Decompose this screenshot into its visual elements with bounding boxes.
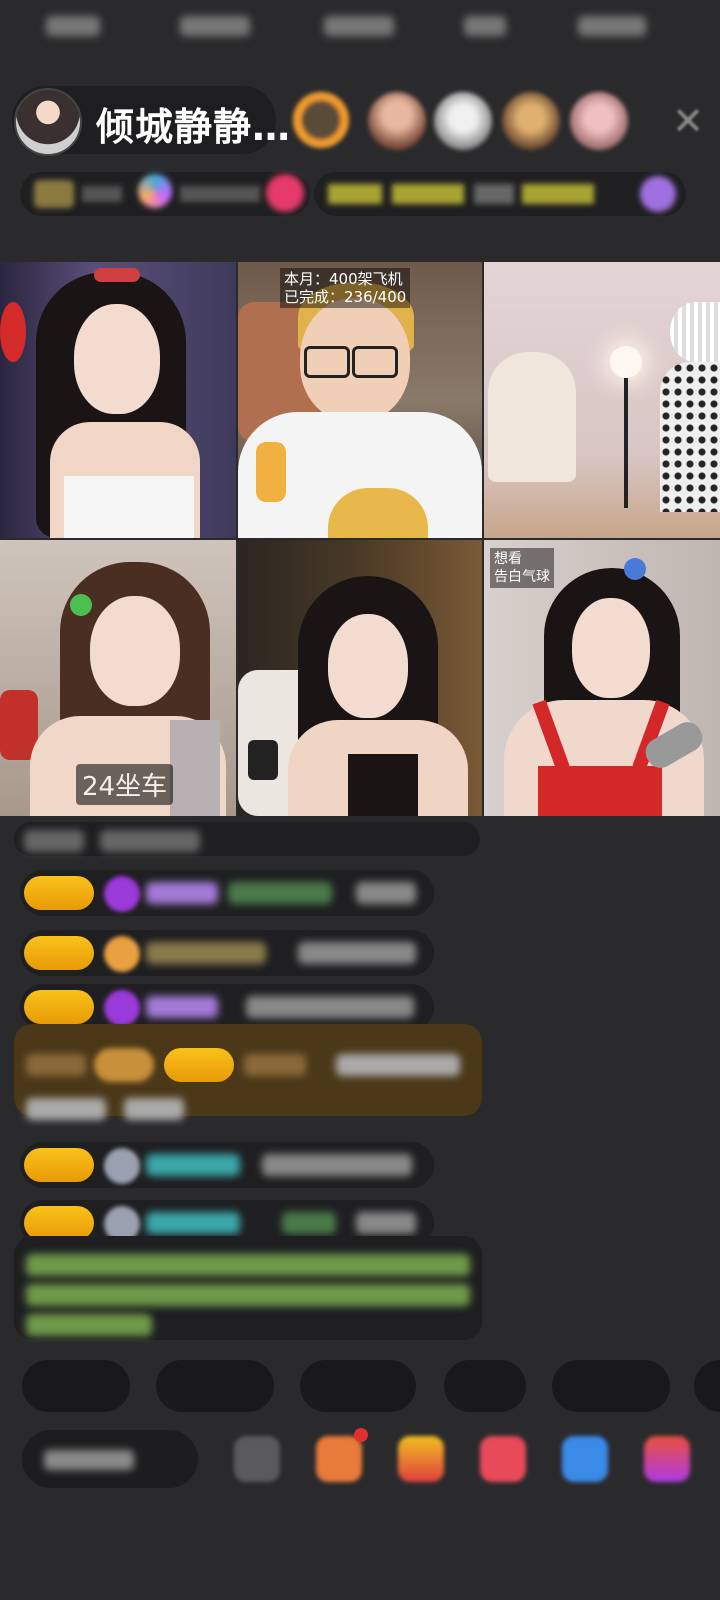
rank-icon [34, 180, 74, 208]
chat-input-placeholder [44, 1450, 134, 1470]
chat-username[interactable] [146, 996, 218, 1018]
chip-label [180, 16, 250, 36]
viewer-avatar[interactable] [570, 92, 628, 150]
planet-icon [138, 174, 172, 208]
notification-dot [354, 1428, 368, 1442]
chat-text [298, 942, 416, 964]
level-badge [24, 876, 94, 910]
close-icon[interactable]: ✕ [668, 98, 708, 144]
gift-tag [94, 1048, 154, 1082]
quick-chip[interactable] [300, 1360, 416, 1412]
chip-label [324, 16, 394, 36]
chat-text [124, 1098, 184, 1120]
notice-text [26, 1284, 470, 1306]
host-avatar[interactable] [14, 88, 82, 156]
video-tile-6[interactable]: 想看 告白气球 [484, 540, 720, 816]
chip-label [578, 16, 646, 36]
chat-text [26, 1098, 106, 1120]
diamond-icon [104, 876, 140, 912]
host-name[interactable]: 倾城静静… [96, 96, 291, 151]
chat-username[interactable] [146, 942, 266, 964]
viewer-avatar[interactable] [290, 86, 352, 154]
chat-text [26, 1054, 86, 1076]
chat-username[interactable] [146, 882, 218, 904]
level-badge [24, 990, 94, 1024]
hot-icon[interactable] [266, 174, 304, 212]
game-icon[interactable] [644, 1436, 690, 1482]
video-tile-4[interactable]: 24坐车 [0, 540, 236, 816]
viewer-avatar[interactable] [502, 92, 560, 150]
heart-icon[interactable] [480, 1436, 526, 1482]
gift-icon[interactable] [640, 176, 676, 212]
activity-text [328, 184, 382, 204]
chat-text [356, 1212, 416, 1234]
chat-text [246, 996, 414, 1018]
emoji-icon[interactable] [234, 1436, 280, 1482]
info-text [82, 186, 122, 202]
song-request-text: 想看 告白气球 [490, 548, 554, 588]
video-tile-3[interactable] [484, 262, 720, 538]
quick-chip[interactable] [552, 1360, 670, 1412]
chip-label [464, 16, 506, 36]
level-badge [24, 936, 94, 970]
seat-label: 24坐车 [76, 764, 174, 805]
info-text [180, 186, 260, 202]
notice-text [26, 1254, 470, 1276]
video-tile-5[interactable] [238, 540, 482, 816]
activity-text [392, 184, 464, 204]
chat-text [24, 830, 84, 852]
activity-text [522, 184, 594, 204]
treasure-icon[interactable] [398, 1436, 444, 1482]
chat-username[interactable] [146, 1154, 240, 1176]
chat-text [336, 1054, 460, 1076]
level-badge [24, 1206, 94, 1240]
chat-text [228, 882, 332, 904]
chat-text [282, 1212, 336, 1234]
level-badge [24, 1148, 94, 1182]
chat-text [100, 830, 200, 852]
quick-chip[interactable] [156, 1360, 274, 1412]
goal-overlay-text: 本月：400架飞机 已完成：236/400 [280, 268, 411, 308]
chip-label [46, 16, 100, 36]
notice-text [26, 1314, 152, 1336]
quick-chip[interactable] [444, 1360, 526, 1412]
chat-text [244, 1054, 306, 1076]
diamond-icon [104, 990, 140, 1026]
user-avatar [104, 1148, 140, 1184]
activity-text [474, 184, 514, 204]
viewer-avatar[interactable] [434, 92, 492, 150]
gift-box-icon[interactable] [316, 1436, 362, 1482]
chat-text [262, 1154, 412, 1176]
quick-chip[interactable] [694, 1360, 720, 1412]
level-badge [164, 1048, 234, 1082]
video-tile-2[interactable]: 本月：400架飞机 已完成：236/400 [238, 262, 482, 538]
chat-username[interactable] [146, 1212, 240, 1234]
share-icon[interactable] [562, 1436, 608, 1482]
quick-chip[interactable] [22, 1360, 130, 1412]
video-tile-1[interactable] [0, 262, 236, 538]
chat-text [356, 882, 416, 904]
fox-icon [104, 936, 140, 972]
viewer-avatar[interactable] [368, 92, 426, 150]
